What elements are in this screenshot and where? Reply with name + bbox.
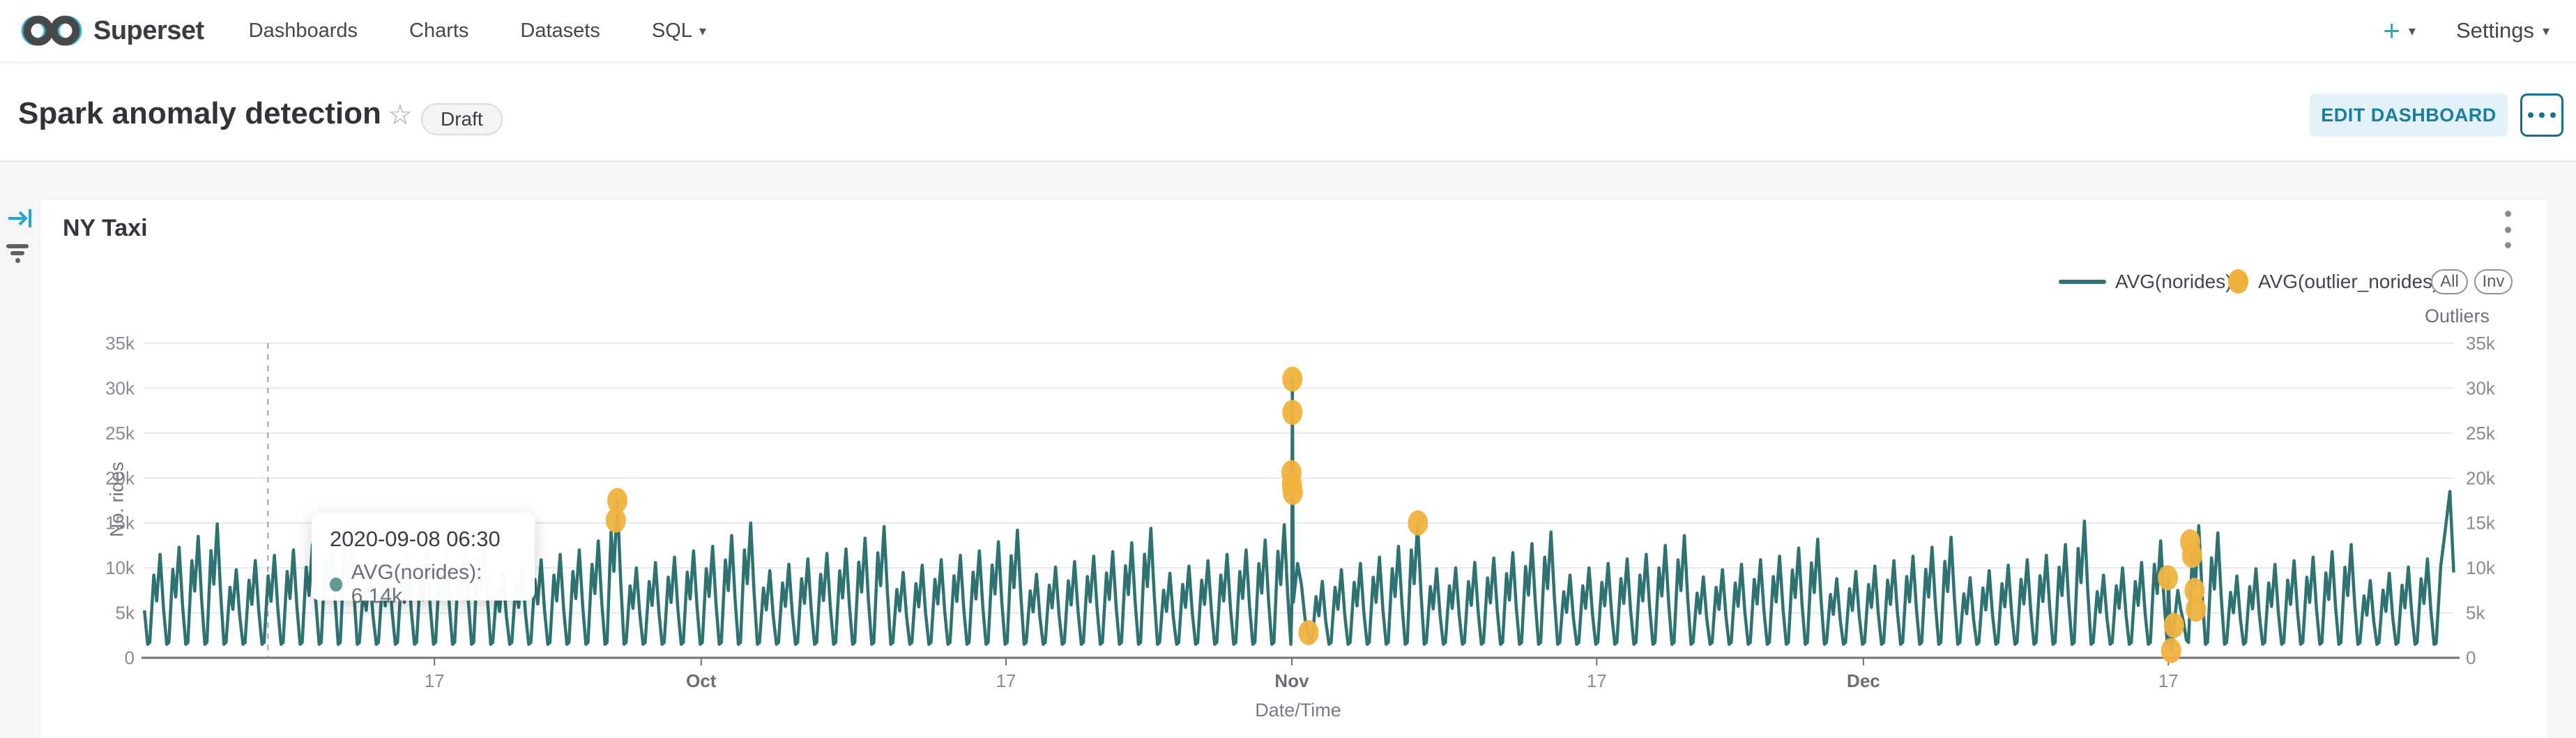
plus-icon: + xyxy=(2383,16,2400,45)
chevron-down-icon: ▾ xyxy=(2543,22,2550,40)
chevron-down-icon: ▾ xyxy=(699,22,706,40)
more-options-button[interactable] xyxy=(2520,93,2563,137)
nav-item-charts[interactable]: Charts xyxy=(409,20,468,43)
dashboard-header: Spark anomaly detection ☆ Draft EDIT DAS… xyxy=(0,64,2576,162)
tooltip-value: AVG(norides): 6.14k xyxy=(351,561,517,608)
edit-dashboard-button[interactable]: EDIT DASHBOARD xyxy=(2310,93,2508,137)
nav-item-dashboards[interactable]: Dashboards xyxy=(249,20,358,43)
nav-item-sql[interactable]: SQL▾ xyxy=(652,20,706,43)
superset-logo[interactable]: Superset xyxy=(20,11,204,50)
legend-all-button[interactable]: All xyxy=(2431,269,2468,294)
new-item-button[interactable]: + ▾ xyxy=(2383,16,2416,45)
chart-tooltip: 2020-09-08 06:30 AVG(norides): 6.14k xyxy=(312,513,535,601)
superset-dashboard-page: Superset Dashboards Charts Datasets SQL▾… xyxy=(0,0,2576,738)
nav-item-datasets[interactable]: Datasets xyxy=(520,20,600,43)
filter-icon[interactable] xyxy=(6,244,29,265)
legend-dot-swatch[interactable] xyxy=(2228,269,2248,294)
legend-item-norides[interactable]: AVG(norides) xyxy=(2115,271,2232,293)
superset-infinity-icon xyxy=(20,11,84,50)
page-title: Spark anomaly detection xyxy=(18,96,381,131)
kebab-icon xyxy=(2505,211,2511,217)
brand-name: Superset xyxy=(93,16,204,46)
nav-menu: Dashboards Charts Datasets SQL▾ xyxy=(249,20,706,43)
chart-kebab-menu[interactable] xyxy=(2500,211,2515,248)
tooltip-date: 2020-09-08 06:30 xyxy=(330,527,517,552)
legend-line-swatch[interactable] xyxy=(2059,280,2106,284)
legend-item-outlier-norides[interactable]: AVG(outlier_norides) xyxy=(2258,271,2439,293)
top-nav: Superset Dashboards Charts Datasets SQL▾… xyxy=(0,0,2576,63)
left-axis-name: No. rides xyxy=(107,462,128,537)
favorite-star-icon[interactable]: ☆ xyxy=(388,99,413,131)
arrow-right-to-bar-icon xyxy=(7,206,35,230)
status-badge: Draft xyxy=(421,103,503,135)
nav-right: + ▾ Settings ▾ xyxy=(2383,16,2550,45)
legend-inv-button[interactable]: Inv xyxy=(2474,269,2513,294)
chart-title: NY Taxi xyxy=(63,215,148,242)
ellipsis-icon xyxy=(2528,112,2533,118)
chevron-down-icon: ▾ xyxy=(2409,22,2416,40)
x-axis-name: Date/Time xyxy=(1255,700,1341,721)
settings-menu[interactable]: Settings ▾ xyxy=(2456,18,2550,43)
tooltip-series-dot xyxy=(330,578,342,592)
right-axis-name: Outliers xyxy=(2425,306,2490,327)
expand-filter-bar-button[interactable] xyxy=(7,206,35,230)
